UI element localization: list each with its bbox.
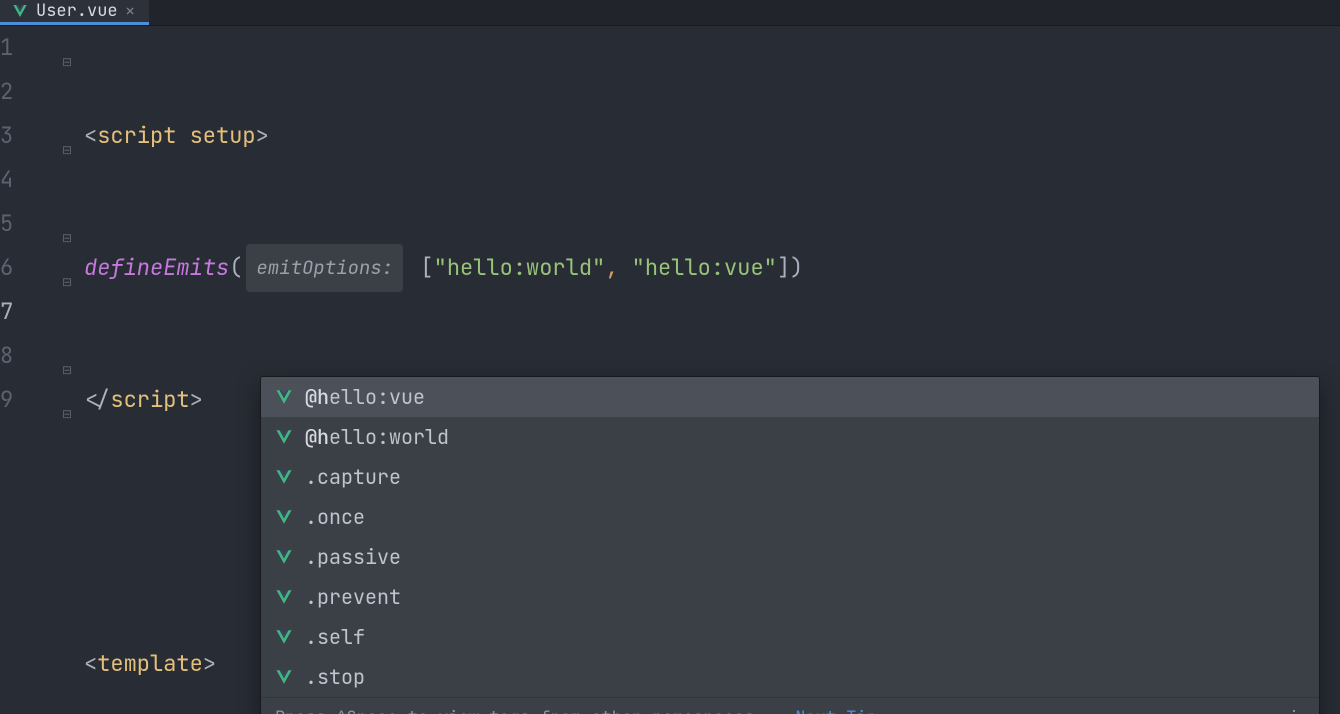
line-number: 8	[0, 334, 48, 378]
vue-icon	[275, 588, 293, 606]
tab-filename: User.vue	[36, 0, 118, 22]
fold-marker[interactable]: ⊟	[62, 392, 72, 436]
completion-item[interactable]: .once	[261, 497, 1319, 537]
file-tab[interactable]: User.vue ✕	[0, 0, 149, 25]
vue-icon	[275, 668, 293, 686]
completion-item[interactable]: .prevent	[261, 577, 1319, 617]
completion-item[interactable]: @hello:vue	[261, 377, 1319, 417]
completion-item[interactable]: .stop	[261, 657, 1319, 697]
vue-icon	[275, 508, 293, 526]
inlay-hint: emitOptions:	[246, 244, 403, 292]
completion-item[interactable]: .capture	[261, 457, 1319, 497]
line-number: 6	[0, 246, 48, 290]
kebab-icon[interactable]: ⋮	[1285, 704, 1305, 714]
editor[interactable]: 1 2 3 4 5 6 7 8 9 ⊟ ⊟ ⊟ ⊟ ⊟ ⊟ <script se…	[0, 26, 1340, 714]
fold-marker[interactable]: ⊟	[62, 260, 72, 304]
gutter: 1 2 3 4 5 6 7 8 9	[0, 26, 60, 714]
completion-item[interactable]: .self	[261, 617, 1319, 657]
vue-icon	[275, 628, 293, 646]
fold-marker[interactable]: ⊟	[62, 216, 72, 260]
vue-icon	[12, 3, 28, 19]
line-number: 5	[0, 202, 48, 246]
vue-icon	[275, 468, 293, 486]
vue-icon	[275, 388, 293, 406]
completion-item[interactable]: .passive	[261, 537, 1319, 577]
fold-marker[interactable]: ⊟	[62, 128, 72, 172]
vue-icon	[275, 548, 293, 566]
code-line: <script setup>	[84, 114, 1340, 158]
line-number: 7	[0, 290, 48, 334]
line-number: 9	[0, 378, 48, 422]
fold-marker[interactable]: ⊟	[62, 348, 72, 392]
code-line: defineEmits(emitOptions: ["hello:world",…	[84, 246, 1340, 290]
completion-popup: @hello:vue@hello:world.capture.once.pass…	[260, 376, 1320, 714]
fold-marker[interactable]: ⊟	[62, 40, 72, 84]
tab-bar: User.vue ✕	[0, 0, 1340, 26]
line-number: 2	[0, 70, 48, 114]
completion-item[interactable]: @hello:world	[261, 417, 1319, 457]
line-number: 1	[0, 26, 48, 70]
line-number: 3	[0, 114, 48, 158]
fold-column: ⊟ ⊟ ⊟ ⊟ ⊟ ⊟	[60, 26, 80, 714]
popup-footer: Press ^Space to view tags from other nam…	[261, 697, 1319, 714]
close-icon[interactable]: ✕	[126, 1, 135, 21]
vue-icon	[275, 428, 293, 446]
next-tip-link[interactable]: Next Tip	[795, 707, 877, 714]
line-number: 4	[0, 158, 48, 202]
ide-window: User.vue ✕ 1 2 3 4 5 6 7 8 9 ⊟ ⊟ ⊟ ⊟ ⊟ ⊟…	[0, 0, 1340, 714]
popup-hint: Press ^Space to view tags from other nam…	[275, 707, 754, 714]
